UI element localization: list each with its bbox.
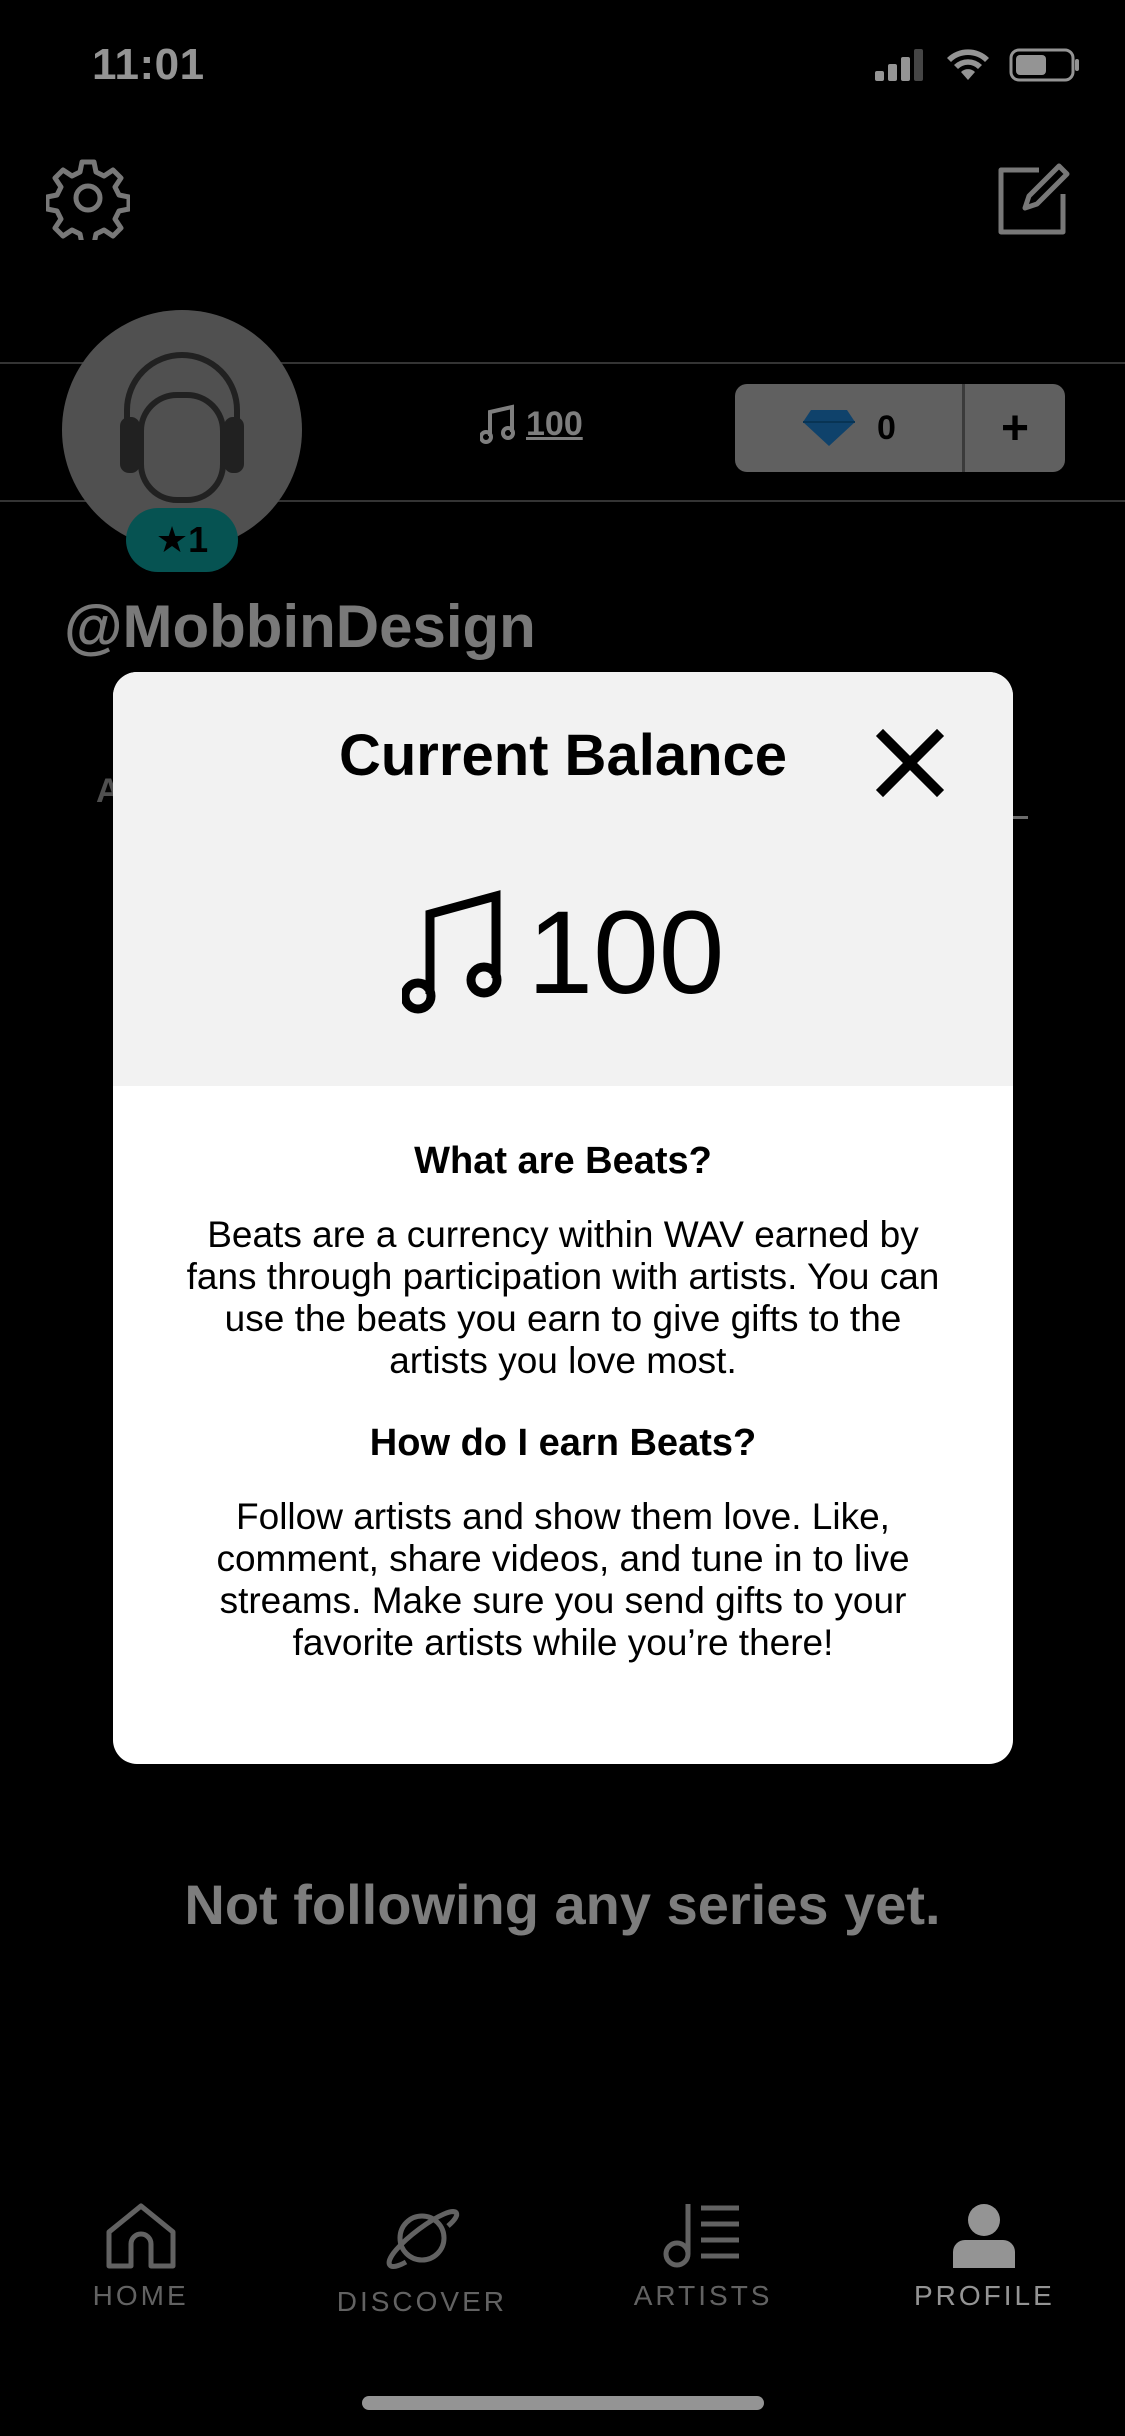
- beats-faq-body: Beats are a currency within WAV earned b…: [186, 1214, 940, 1381]
- music-note-icon: [401, 890, 502, 1014]
- close-icon[interactable]: [873, 726, 947, 800]
- balance-display: 100: [113, 890, 1013, 1016]
- earn-faq-body: Follow artists and show them love. Like,…: [216, 1496, 910, 1663]
- balance-modal: Current Balance 100 What are Beats? Beat…: [113, 672, 1013, 1764]
- earn-faq-title: How do I earn Beats?: [369, 1422, 757, 1464]
- balance-value: 100: [527, 887, 725, 1019]
- beats-faq-title: What are Beats?: [414, 1140, 712, 1182]
